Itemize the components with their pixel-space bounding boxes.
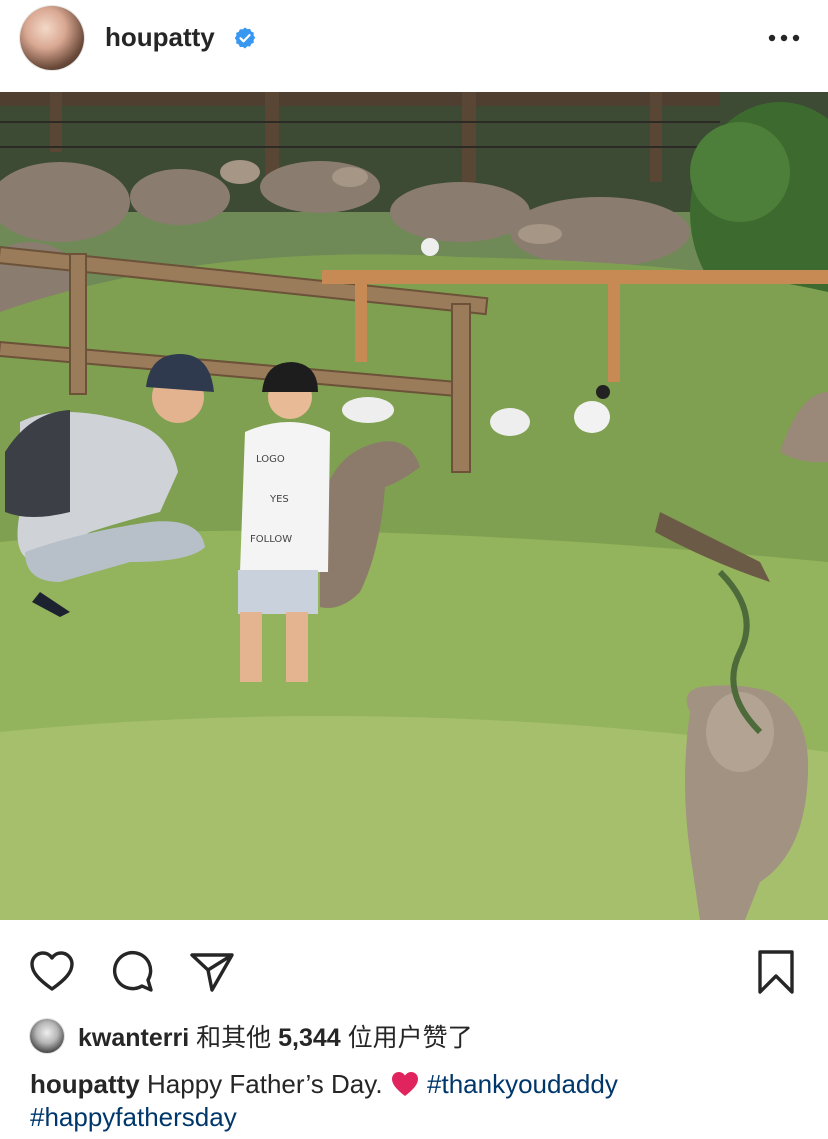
profile-avatar[interactable]	[20, 6, 84, 70]
likes-count[interactable]: 5,344	[278, 1024, 341, 1052]
more-options-icon[interactable]	[766, 24, 802, 52]
red-heart-emoji-icon	[391, 1072, 418, 1096]
post-username[interactable]: houpatty	[105, 22, 215, 53]
post-action-bar	[0, 940, 828, 1000]
hashtag-happyfathersday[interactable]: #happyfathersday	[30, 1102, 237, 1132]
likes-suffix: 位用户赞了	[347, 1024, 473, 1052]
post-header: houpatty	[0, 0, 828, 78]
svg-text:YES: YES	[269, 494, 289, 505]
post-photo[interactable]: LOGO YES FOLLOW	[0, 92, 828, 920]
likes-and-others: 和其他	[196, 1024, 272, 1052]
first-liker-name[interactable]: kwanterri	[78, 1024, 189, 1052]
likes-summary[interactable]: kwanterri 和其他 5,344 位用户赞了	[30, 1018, 473, 1054]
send-icon[interactable]	[188, 948, 236, 996]
verified-badge-icon	[234, 27, 256, 49]
caption-username[interactable]: houpatty	[30, 1069, 140, 1099]
svg-text:FOLLOW: FOLLOW	[250, 534, 292, 545]
svg-text:LOGO: LOGO	[256, 454, 285, 465]
comment-icon[interactable]	[108, 948, 156, 996]
heart-outline-icon[interactable]	[28, 948, 76, 996]
bookmark-icon[interactable]	[752, 948, 800, 996]
caption-text: Happy Father’s Day.	[147, 1069, 383, 1099]
likes-text: kwanterri 和其他 5,344 位用户赞了	[78, 1018, 473, 1054]
liker-avatar	[30, 1019, 64, 1053]
post-caption: houpatty Happy Father’s Day. #thankyouda…	[30, 1068, 810, 1134]
hashtag-thankyoudaddy[interactable]: #thankyoudaddy	[427, 1069, 618, 1099]
